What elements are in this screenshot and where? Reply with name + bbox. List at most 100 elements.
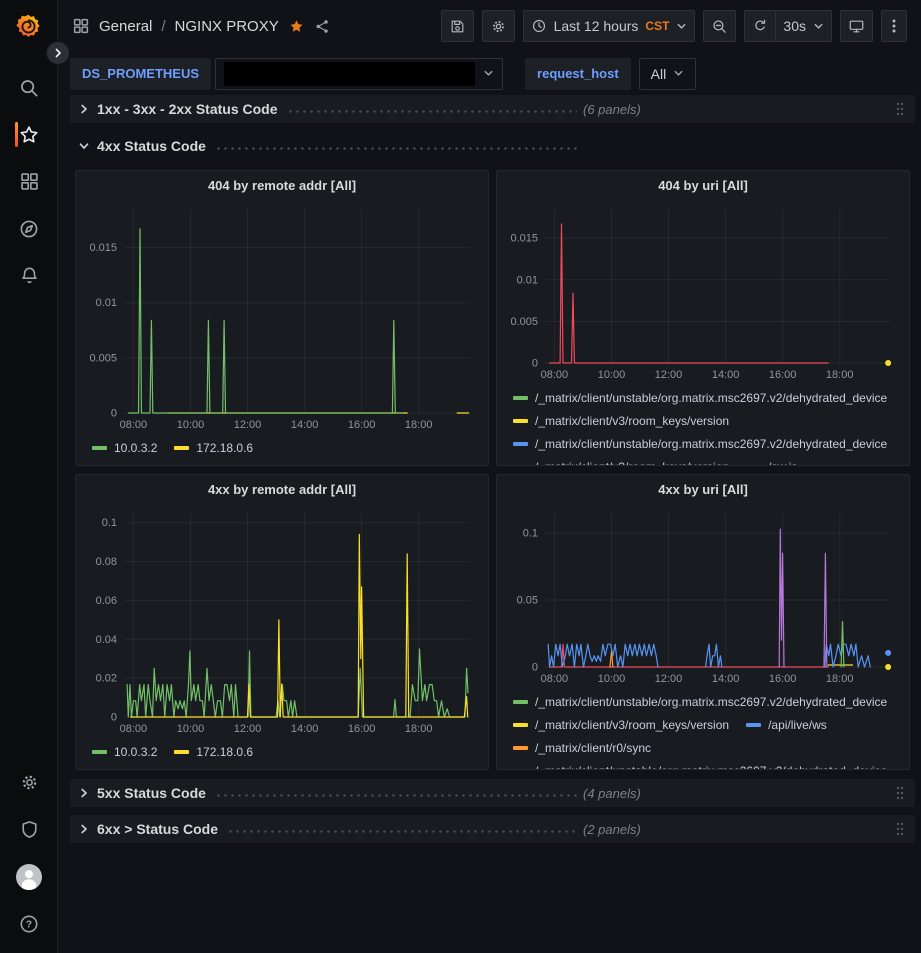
sidebar-item-configuration[interactable] xyxy=(0,759,58,806)
save-dashboard-button[interactable] xyxy=(441,10,474,42)
svg-text:0: 0 xyxy=(111,408,117,420)
dashboard-settings-button[interactable] xyxy=(482,10,515,42)
refresh-button[interactable] xyxy=(744,10,776,42)
sidebar-item-alerting[interactable] xyxy=(0,252,58,299)
breadcrumb-dashboard-title[interactable]: NGINX PROXY xyxy=(175,18,279,35)
svg-text:16:00: 16:00 xyxy=(348,723,376,735)
sidebar-item-search[interactable] xyxy=(0,64,58,111)
legend-label: /_matrix/client/v3/room_keys/version xyxy=(535,414,729,428)
svg-text:08:00: 08:00 xyxy=(541,369,569,381)
sidebar-item-help[interactable]: ? xyxy=(0,900,58,947)
dashboard-content: 1xx - 3xx - 2xx Status Code (6 panels) 4… xyxy=(58,95,921,843)
row-4xx-panels: 404 by remote addr [All] 08:0010:0012:00… xyxy=(75,170,910,770)
legend-swatch xyxy=(92,750,107,754)
variable-value-request-host: All xyxy=(651,66,667,82)
svg-text:12:00: 12:00 xyxy=(655,369,683,381)
refresh-interval-dropdown[interactable]: 30s xyxy=(775,10,832,42)
panel-4xx-by-remote-addr: 4xx by remote addr [All] 08:0010:0012:00… xyxy=(75,474,489,770)
svg-text:08:00: 08:00 xyxy=(541,673,569,685)
svg-text:0.01: 0.01 xyxy=(517,274,538,286)
sidebar-item-profile[interactable] xyxy=(0,853,58,900)
legend-swatch xyxy=(746,465,761,467)
row-header-4xx[interactable]: 4xx Status Code xyxy=(70,132,915,160)
clock-icon xyxy=(531,18,547,34)
legend-label: /_matrix/client/unstable/org.matrix.msc2… xyxy=(535,391,887,405)
share-icon[interactable] xyxy=(314,18,331,35)
svg-text:?: ? xyxy=(26,919,32,930)
chevron-down-icon xyxy=(676,21,687,32)
time-range-picker[interactable]: Last 12 hours CST xyxy=(523,10,696,42)
svg-text:0.005: 0.005 xyxy=(510,316,538,328)
panel-404-by-remote-addr: 404 by remote addr [All] 08:0010:0012:00… xyxy=(75,170,489,466)
svg-text:12:00: 12:00 xyxy=(234,419,262,431)
zoom-out-icon xyxy=(711,18,728,35)
row-drag-handle[interactable] xyxy=(895,821,905,837)
row-panel-count: (6 panels) xyxy=(583,102,641,117)
svg-text:0: 0 xyxy=(532,662,538,674)
svg-text:0.1: 0.1 xyxy=(102,517,117,529)
row-drag-handle[interactable] xyxy=(895,785,905,801)
breadcrumb-section[interactable]: General xyxy=(99,18,152,35)
legend-item[interactable]: /_matrix/client/unstable/org.matrix.msc2… xyxy=(513,759,887,770)
starred-icon[interactable] xyxy=(288,18,305,35)
dashboard-variables-bar: DS_PROMETHEUS request_host All xyxy=(58,52,921,95)
row-panel-count: (4 panels) xyxy=(583,786,641,801)
row-header-5xx[interactable]: 5xx Status Code (4 panels) xyxy=(70,779,915,807)
legend-label: /_matrix/client/v3/room_keys/version xyxy=(535,718,729,732)
chart-4xx-by-remote-addr[interactable]: 08:0010:0012:0014:0016:0018:0000.020.040… xyxy=(84,505,480,737)
legend-label: 172.18.0.6 xyxy=(196,745,253,759)
legend-item[interactable]: /api/live/ws xyxy=(746,713,827,736)
panel-title[interactable]: 404 by uri [All] xyxy=(505,171,901,201)
breadcrumb-separator: / xyxy=(161,18,165,35)
timezone-label: CST xyxy=(645,19,669,33)
legend-item[interactable]: 10.0.3.2 xyxy=(92,740,157,763)
legend-swatch xyxy=(513,769,528,771)
legend-item[interactable]: /_matrix/client/unstable/org.matrix.msc2… xyxy=(513,386,887,409)
legend-label: 10.0.3.2 xyxy=(114,745,157,759)
chart-4xx-by-uri[interactable]: 08:0010:0012:0014:0016:0018:0000.050.1 xyxy=(505,505,901,687)
sidebar-item-starred[interactable] xyxy=(0,111,58,158)
legend-item[interactable]: /sw.js xyxy=(746,455,797,466)
svg-text:0.05: 0.05 xyxy=(517,595,538,607)
legend-item[interactable]: 172.18.0.6 xyxy=(174,740,253,763)
legend-item[interactable]: /_matrix/client/unstable/org.matrix.msc2… xyxy=(513,690,887,713)
legend-item[interactable]: /_matrix/client/v3/room_keys/version xyxy=(513,409,729,432)
legend-item[interactable]: 10.0.3.2 xyxy=(92,436,157,459)
sidebar-menu xyxy=(0,64,57,299)
chart-404-by-uri[interactable]: 08:0010:0012:0014:0016:0018:0000.0050.01… xyxy=(505,201,901,383)
sidebar-item-explore[interactable] xyxy=(0,205,58,252)
legend-swatch xyxy=(513,700,528,704)
legend-item[interactable]: /_matrix/client/unstable/org.matrix.msc2… xyxy=(513,432,887,455)
sidebar-item-dashboards[interactable] xyxy=(0,158,58,205)
svg-text:0.06: 0.06 xyxy=(96,595,117,607)
sidebar-expand-button[interactable] xyxy=(45,40,71,66)
legend-label: /_matrix/client/unstable/org.matrix.msc2… xyxy=(535,764,887,771)
chevron-down-icon xyxy=(78,140,90,152)
legend-item[interactable]: /_matrix/client/v3/room_keys/version xyxy=(513,713,729,736)
legend-item[interactable]: 172.18.0.6 xyxy=(174,436,253,459)
legend: /_matrix/client/unstable/org.matrix.msc2… xyxy=(505,687,901,770)
tv-mode-button[interactable] xyxy=(840,10,873,42)
chart-404-by-remote-addr[interactable]: 08:0010:0012:0014:0016:0018:0000.0050.01… xyxy=(84,201,480,433)
svg-text:0.005: 0.005 xyxy=(89,352,117,364)
top-navbar: General / NGINX PROXY Last 12 hours CST xyxy=(58,0,921,52)
time-range-label: Last 12 hours xyxy=(554,18,639,34)
zoom-out-button[interactable] xyxy=(703,10,736,42)
panel-title[interactable]: 404 by remote addr [All] xyxy=(84,171,480,201)
panel-title[interactable]: 4xx by remote addr [All] xyxy=(84,475,480,505)
chevron-down-icon xyxy=(813,21,824,32)
svg-text:0.1: 0.1 xyxy=(523,528,538,540)
more-options-button[interactable] xyxy=(881,10,907,42)
row-drag-handle[interactable] xyxy=(895,101,905,117)
legend-item[interactable]: /_matrix/client/r0/sync xyxy=(513,736,651,759)
legend-item[interactable]: /_matrix/client/v3/room_keys/version xyxy=(513,455,729,466)
sidebar-item-server-admin[interactable] xyxy=(0,806,58,853)
legend-label: /api/live/ws xyxy=(768,718,827,732)
variable-select-request-host[interactable]: All xyxy=(639,58,697,90)
grafana-logo-icon xyxy=(15,13,42,40)
kebab-menu-icon xyxy=(886,18,902,34)
panel-title[interactable]: 4xx by uri [All] xyxy=(505,475,901,505)
row-header-1xx-3xx-2xx[interactable]: 1xx - 3xx - 2xx Status Code (6 panels) xyxy=(70,95,915,123)
row-header-6xx[interactable]: 6xx > Status Code (2 panels) xyxy=(70,815,915,843)
variable-select-ds-prometheus[interactable] xyxy=(215,58,503,90)
